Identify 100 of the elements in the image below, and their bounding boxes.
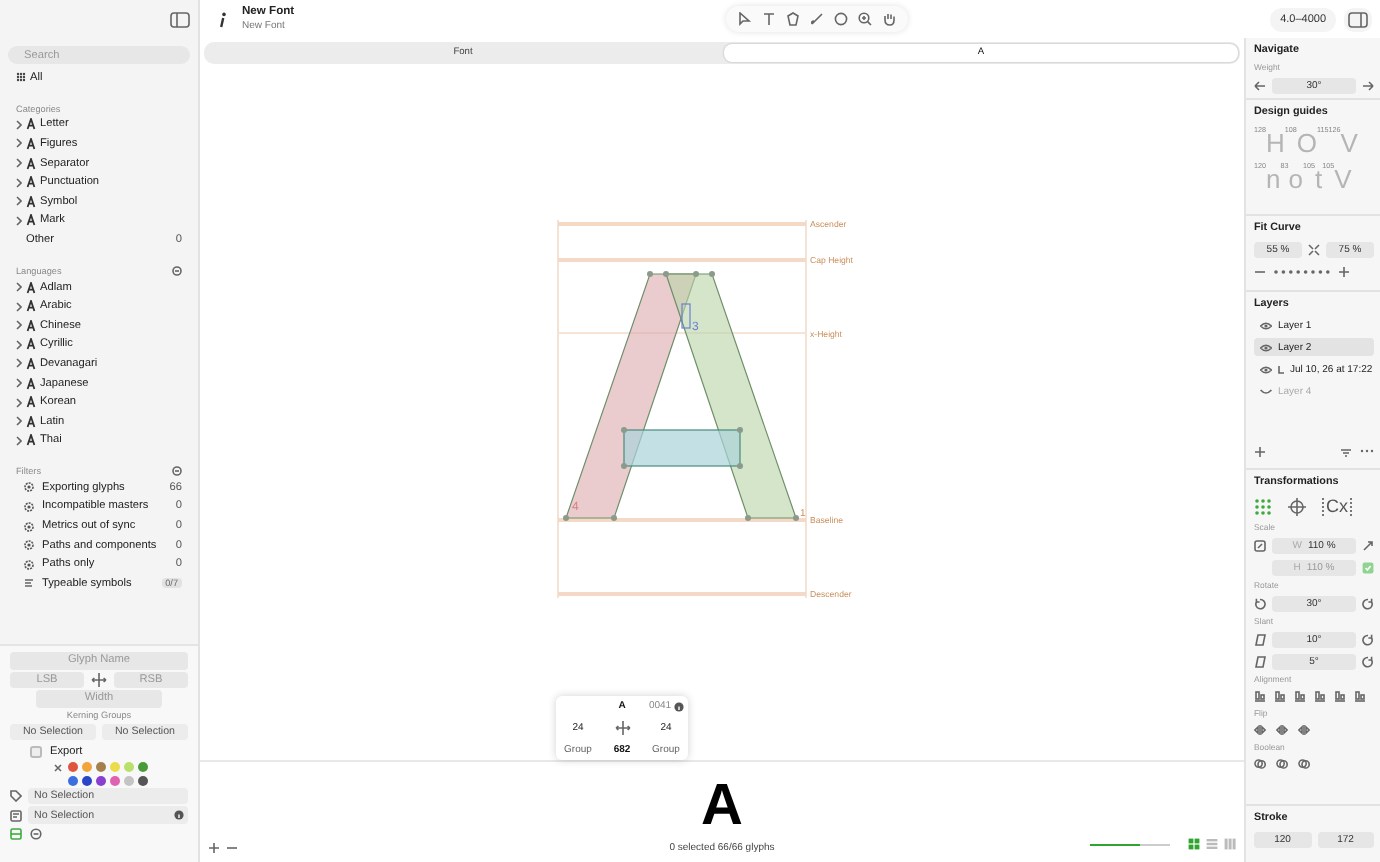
grid-view-icon[interactable] (1188, 838, 1200, 850)
export-checkbox[interactable] (30, 745, 42, 757)
collapse-arrows-icon[interactable] (1308, 243, 1320, 255)
sidebar-toggle-icon (1348, 11, 1369, 27)
scale-icon[interactable] (1254, 539, 1266, 551)
script-icon (26, 434, 36, 447)
grid-icon[interactable] (1254, 497, 1272, 515)
resize-icon[interactable] (1362, 539, 1374, 551)
chevron-icon[interactable] (16, 196, 22, 207)
color-swatch[interactable] (67, 775, 78, 786)
circle-icon[interactable] (30, 827, 42, 840)
chevron-icon[interactable] (16, 358, 22, 369)
sidebar-toggle-button[interactable] (1344, 7, 1373, 31)
color-swatch[interactable] (67, 762, 78, 773)
flip-icon[interactable] (1276, 724, 1288, 736)
chevron-icon[interactable] (16, 416, 22, 427)
guide-glyph: H (1266, 130, 1285, 156)
zoom-icon[interactable] (857, 12, 872, 26)
flip-icon[interactable] (1298, 724, 1310, 736)
color-swatch[interactable] (138, 775, 149, 786)
layout-icon[interactable] (10, 827, 22, 840)
note-icon (10, 809, 22, 822)
more-icon[interactable] (1360, 447, 1374, 453)
align-icon[interactable] (1354, 690, 1366, 702)
width-arrows-icon (90, 671, 108, 688)
color-swatch[interactable] (109, 775, 121, 786)
chevron-icon[interactable] (16, 158, 22, 169)
guide-glyph: n (1266, 166, 1281, 192)
color-swatch[interactable] (109, 762, 121, 773)
rotate-icon[interactable] (1362, 633, 1374, 645)
eye-icon[interactable] (1260, 343, 1272, 351)
rotate-icon[interactable] (1362, 655, 1374, 667)
guide-glyph: O (1296, 130, 1318, 156)
dot-track-icon[interactable] (1272, 267, 1332, 275)
align-icon[interactable] (1254, 690, 1266, 702)
sidebar-toggle-button[interactable] (170, 11, 190, 27)
rotate-icon[interactable] (1254, 597, 1266, 609)
plus-icon[interactable] (1338, 265, 1350, 277)
align-icon[interactable] (1334, 690, 1346, 702)
guide-glyph: V (1340, 130, 1358, 156)
align-icon[interactable] (1314, 690, 1326, 702)
script-icon (26, 319, 36, 332)
color-swatch[interactable] (95, 762, 106, 773)
cursor-icon[interactable] (737, 12, 752, 26)
text-icon[interactable] (761, 12, 776, 26)
grid-icon (16, 72, 26, 83)
width-arrows-icon (613, 719, 631, 736)
origin-label[interactable]: Cx (1322, 497, 1352, 515)
eye-icon[interactable] (1260, 321, 1272, 329)
chevron-icon[interactable] (16, 339, 22, 350)
chevron-icon[interactable] (16, 119, 22, 130)
chevron-icon[interactable] (16, 435, 22, 446)
chevron-icon[interactable] (16, 320, 22, 331)
color-swatch[interactable] (123, 762, 135, 773)
pen-icon[interactable] (785, 12, 800, 26)
guide-glyph: t (1314, 166, 1323, 192)
flip-icon[interactable] (1254, 724, 1266, 736)
color-swatch[interactable] (138, 762, 149, 773)
script-icon (26, 357, 36, 370)
chevron-icon[interactable] (16, 301, 22, 312)
minus-circle-icon[interactable] (172, 466, 182, 477)
script-icon (26, 137, 36, 150)
rotate-icon[interactable] (1362, 597, 1374, 609)
plus-icon[interactable] (1254, 446, 1266, 458)
minus-icon[interactable] (1254, 265, 1266, 277)
chevron-icon[interactable] (16, 138, 22, 149)
align-icon[interactable] (1274, 690, 1286, 702)
sidebar-toggle-icon (170, 11, 190, 27)
circle-icon[interactable] (833, 12, 848, 26)
script-icon (26, 300, 36, 313)
script-icon (26, 118, 36, 131)
list-icon (24, 578, 34, 589)
script-icon (26, 396, 36, 409)
tag-icon (10, 790, 22, 803)
eye-closed-icon[interactable] (1260, 387, 1272, 395)
chevron-icon[interactable] (16, 397, 22, 408)
arrow-right-icon[interactable] (1362, 79, 1374, 91)
color-swatch[interactable] (95, 775, 106, 786)
chevron-icon[interactable] (16, 378, 22, 389)
color-swatch[interactable] (123, 775, 135, 786)
color-swatch[interactable] (81, 762, 92, 773)
script-icon (26, 338, 36, 351)
minus-icon[interactable] (226, 842, 238, 854)
color-swatch[interactable] (81, 775, 92, 786)
clear-icon[interactable] (54, 763, 62, 772)
glyph-preview: A (701, 776, 743, 836)
info-icon[interactable] (673, 701, 684, 712)
minus-circle-icon[interactable] (172, 265, 182, 276)
arrow-left-icon[interactable] (1254, 79, 1266, 91)
script-icon (26, 281, 36, 294)
chevron-icon[interactable] (16, 177, 22, 188)
brush-icon[interactable] (809, 12, 824, 26)
crosshair-icon[interactable] (1288, 497, 1306, 515)
plus-icon[interactable] (208, 842, 220, 854)
hand-icon[interactable] (881, 12, 896, 26)
align-icon[interactable] (1294, 690, 1306, 702)
filter-icon[interactable] (1340, 447, 1352, 457)
chevron-icon[interactable] (16, 282, 22, 293)
eye-icon[interactable] (1260, 365, 1272, 373)
chevron-icon[interactable] (16, 215, 22, 226)
